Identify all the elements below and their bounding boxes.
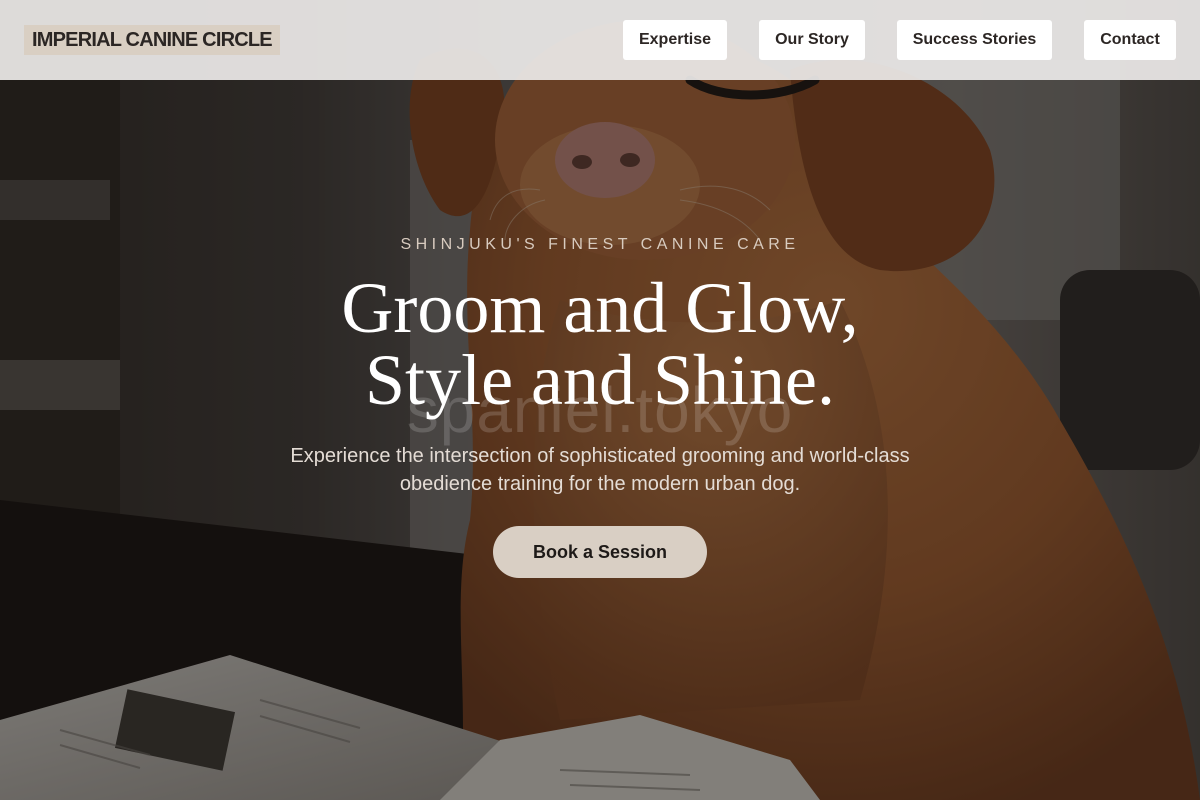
nav-link-success-stories[interactable]: Success Stories xyxy=(897,20,1052,60)
hero-headline: Groom and Glow, Style and Shine. xyxy=(0,272,1200,416)
nav-link-expertise[interactable]: Expertise xyxy=(623,20,727,60)
hero-headline-line-2: Style and Shine. xyxy=(365,340,835,420)
hero-description: Experience the intersection of sophistic… xyxy=(290,445,910,495)
hero-eyebrow: SHINJUKU'S FINEST CANINE CARE xyxy=(400,236,800,253)
hero-section: SHINJUKU'S FINEST CANINE CARE spaniel.to… xyxy=(0,0,1200,800)
nav-link-contact[interactable]: Contact xyxy=(1084,20,1176,60)
book-session-button[interactable]: Book a Session xyxy=(493,526,707,578)
hero-headline-line-1: Groom and Glow, xyxy=(341,268,859,348)
brand-logo-link[interactable]: IMPERIAL CANINE CIRCLE xyxy=(24,25,280,55)
landing-page: IMPERIAL CANINE CIRCLE Expertise Our Sto… xyxy=(0,0,1200,800)
nav-link-our-story[interactable]: Our Story xyxy=(759,20,865,60)
site-header: IMPERIAL CANINE CIRCLE Expertise Our Sto… xyxy=(0,0,1200,80)
